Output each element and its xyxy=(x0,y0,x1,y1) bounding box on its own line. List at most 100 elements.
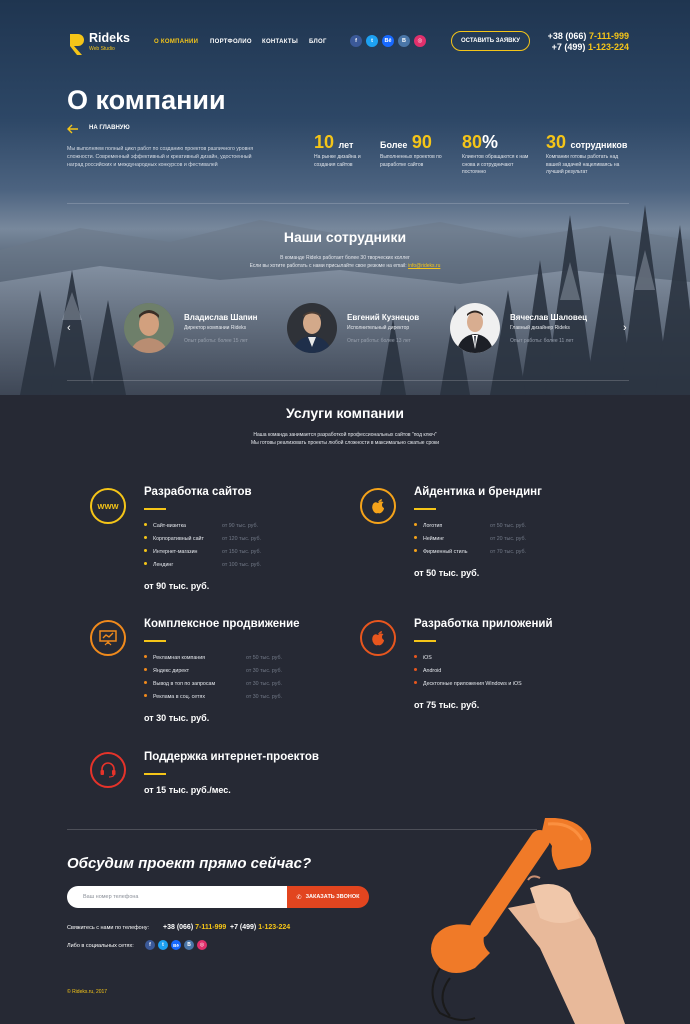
team-subtitle: В команде Rideks работает более 30 творч… xyxy=(249,255,441,269)
apple-icon xyxy=(360,620,396,656)
service-line-price: от 50 тыс. руб. xyxy=(490,523,527,529)
services-title: Услуги компании xyxy=(286,405,404,421)
member-role: Исполнительный директор xyxy=(347,325,410,331)
team-prev-arrow[interactable]: ‹ xyxy=(67,322,71,334)
facebook-icon[interactable]: f xyxy=(145,940,155,950)
service-line-item: Android xyxy=(414,668,441,674)
service-line-price: от 150 тыс. руб. xyxy=(222,549,261,555)
member-role: Главный дизайнер Rideks xyxy=(510,325,570,331)
instagram-icon[interactable]: ◎ xyxy=(414,35,426,47)
behance-icon[interactable]: Bē xyxy=(171,940,181,950)
service-line-price: от 100 тыс. руб. xyxy=(222,562,261,568)
service-line-price: от 30 тыс. руб. xyxy=(246,681,283,687)
service-title: Поддержка интернет-проектов xyxy=(144,751,319,763)
service-underline xyxy=(144,640,166,642)
member-name: Владислав Шапин xyxy=(184,313,258,322)
header-phone-primary[interactable]: +38 (066) 7-111-999 xyxy=(548,31,629,41)
chart-board-icon xyxy=(90,620,126,656)
services-subtitle: Наша команда занимается разработкой проф… xyxy=(250,432,440,446)
contact-phone-primary[interactable]: +38 (066) 7-111-999 xyxy=(163,924,226,931)
service-title: Разработка сайтов xyxy=(144,486,252,498)
page-title: О компании xyxy=(67,85,226,115)
service-line-item: Яндекс директ xyxy=(144,668,189,674)
divider xyxy=(67,380,629,381)
brand-name: Rideks xyxy=(89,31,130,45)
service-title: Разработка приложений xyxy=(414,618,553,630)
person-photo xyxy=(287,303,337,353)
www-icon: WWW xyxy=(90,488,126,524)
service-price: от 90 тыс. руб. xyxy=(144,581,210,591)
copyright: © Rideks.ru, 2017 xyxy=(67,989,108,995)
twitter-icon[interactable]: t xyxy=(366,35,378,47)
request-call-button[interactable]: ✆ Заказать звонок xyxy=(287,886,369,908)
nav-about[interactable]: О компании xyxy=(154,39,198,45)
team-title: Наши сотрудники xyxy=(283,229,407,245)
service-line-item: Рекламная компания xyxy=(144,655,205,661)
avatar xyxy=(124,303,174,353)
service-line-price: от 70 тыс. руб. xyxy=(490,549,527,555)
service-price: от 75 тыс. руб. xyxy=(414,700,480,710)
header-phone-secondary[interactable]: +7 (499) 1-123-224 xyxy=(552,42,629,52)
brand-logo[interactable]: Rideks Web Studio xyxy=(67,30,130,58)
service-underline xyxy=(414,640,436,642)
stat-employees: 30 сотрудников Компании готовы работать … xyxy=(546,132,628,175)
nav-contacts[interactable]: Контакты xyxy=(262,39,298,45)
service-underline xyxy=(144,508,166,510)
phone-handset-illustration xyxy=(431,818,625,1024)
service-line-item: Вывод в топ по запросам xyxy=(144,681,215,687)
twitter-icon[interactable]: t xyxy=(158,940,168,950)
facebook-icon[interactable]: f xyxy=(350,35,362,47)
phone-number-input[interactable]: Ваш номер телефона xyxy=(67,886,291,908)
vk-icon[interactable]: B xyxy=(398,35,410,47)
nav-portfolio[interactable]: Портфолио xyxy=(210,39,252,45)
behance-icon[interactable]: Bē xyxy=(382,35,394,47)
person-photo xyxy=(124,303,174,353)
service-line-item: Лендинг xyxy=(144,562,173,568)
contact-phone-secondary[interactable]: +7 (499) 1-123-224 xyxy=(230,924,290,931)
service-line-item: Корпоративный сайт xyxy=(144,536,204,542)
service-line-price: от 30 тыс. руб. xyxy=(246,668,283,674)
member-experience: Опыт работы: более 11 лет xyxy=(510,338,574,344)
avatar xyxy=(287,303,337,353)
service-price: от 30 тыс. руб. xyxy=(144,713,210,723)
stat-projects: Более 90 Выполненных проектов по разрабо… xyxy=(380,132,442,168)
team-next-arrow[interactable]: › xyxy=(623,322,627,334)
member-experience: Опыт работы: более 13 лет xyxy=(347,338,411,344)
service-price: от 15 тыс. руб./мес. xyxy=(144,785,231,795)
contact-social-label: Либо в социальных сетях: xyxy=(67,943,134,949)
service-title: Айдентика и брендинг xyxy=(414,486,542,498)
arrow-left-icon xyxy=(67,124,78,134)
brand-tagline: Web Studio xyxy=(89,46,115,52)
service-line-price: от 20 тыс. руб. xyxy=(490,536,527,542)
request-button[interactable]: Оставить заявку xyxy=(451,31,530,51)
winter-forest-background xyxy=(0,205,690,395)
nav-blog[interactable]: Блог xyxy=(309,39,327,45)
service-underline xyxy=(144,773,166,775)
service-line-item: Десктопные приложения Windows и iOS xyxy=(414,681,522,687)
service-line-item: Интернет-магазин xyxy=(144,549,197,555)
contact-phone-label: Свяжитесь с нами по телефону: xyxy=(67,925,150,931)
service-line-item: Сайт-визитка xyxy=(144,523,186,529)
service-line-item: Реклама в соц. сетях xyxy=(144,694,205,700)
stat-years: 10 лет На рынке дизайна и создания сайто… xyxy=(314,132,361,168)
member-role: Директор компании Rideks xyxy=(184,325,247,331)
instagram-icon[interactable]: ◎ xyxy=(197,940,207,950)
service-line-price: от 90 тыс. руб. xyxy=(222,523,259,529)
service-line-price: от 120 тыс. руб. xyxy=(222,536,261,542)
back-to-home-link[interactable]: На главную xyxy=(67,124,147,134)
member-name: Вячеслав Шаловец xyxy=(510,313,588,322)
service-line-item: Нейминг xyxy=(414,536,444,542)
service-line-price: от 30 тыс. руб. xyxy=(246,694,283,700)
phone-icon: ✆ xyxy=(296,894,302,901)
vk-icon[interactable]: B xyxy=(184,940,194,950)
service-line-item: iOS xyxy=(414,655,432,661)
divider xyxy=(67,203,629,204)
hero-section xyxy=(0,0,690,395)
headset-icon xyxy=(90,752,126,788)
stat-returning-clients: 80% Клиентов обращаются к нам снова и со… xyxy=(462,132,529,175)
avatar xyxy=(450,303,500,353)
logo-r-icon xyxy=(70,34,84,55)
email-link[interactable]: info@rideks.ru xyxy=(408,263,440,269)
service-line-price: от 50 тыс. руб. xyxy=(246,655,283,661)
contact-title: Обсудим проект прямо сейчас? xyxy=(67,855,312,872)
